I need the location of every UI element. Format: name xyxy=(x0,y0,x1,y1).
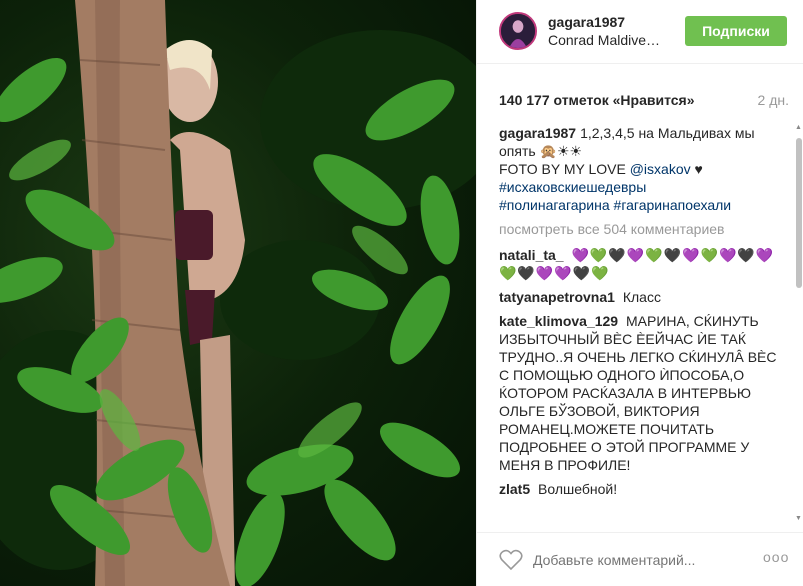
following-button[interactable]: Подписки xyxy=(685,16,787,46)
scroll-down-arrow-icon[interactable]: ▼ xyxy=(795,515,802,522)
comment-username[interactable]: zlat5 xyxy=(499,481,530,497)
likes-count[interactable]: 140 177 отметок «Нравится» xyxy=(499,92,695,108)
comment-item: kate_klimova_129 МАРИНА, СЌИНУТЬ ИЗБЫТОЧ… xyxy=(499,312,789,474)
post-side-panel: gagara1987 Conrad Maldive… Подписки 140 … xyxy=(476,0,803,586)
post-location[interactable]: Conrad Maldive… xyxy=(548,32,660,48)
post-header: gagara1987 Conrad Maldive… Подписки xyxy=(477,0,803,64)
avatar[interactable] xyxy=(499,12,537,50)
comment-text: Волшебной! xyxy=(538,481,618,497)
comments-list: gagara1987 1,2,3,4,5 на Мальдивах мы опят… xyxy=(499,124,789,526)
comment-username[interactable]: kate_klimova_129 xyxy=(499,313,618,329)
caption-username[interactable]: gagara1987 xyxy=(499,125,576,141)
photo-illustration xyxy=(0,0,476,586)
post-photo[interactable] xyxy=(0,0,476,586)
caption: gagara1987 1,2,3,4,5 на Мальдивах мы опят… xyxy=(499,124,789,214)
view-all-comments[interactable]: посмотреть все 504 комментариев xyxy=(499,220,789,238)
comment-item: tatyanapetrovna1 Класс xyxy=(499,288,789,306)
avatar-image xyxy=(501,14,535,48)
more-options-icon[interactable]: ooo xyxy=(763,549,789,565)
caption-heart: ♥ xyxy=(694,161,703,177)
scroll-up-arrow-icon[interactable]: ▲ xyxy=(795,124,802,131)
hashtag-link[interactable]: #полинагагарина xyxy=(499,197,610,213)
hashtag-link[interactable]: #гагаринапоехали xyxy=(614,197,732,213)
caption-credit: FOTO BY MY LOVE xyxy=(499,161,626,177)
heart-icon[interactable] xyxy=(499,549,523,571)
likes-row: 140 177 отметок «Нравится» 2 дн. xyxy=(499,92,789,108)
caption-mention[interactable]: @isxakov xyxy=(630,161,691,177)
comment-text: МАРИНА, СЌИНУТЬ ИЗБЫТОЧНЫЙ ВЀС ЀЕЙЧАС ЍЕ… xyxy=(499,313,777,473)
comment-username[interactable]: tatyanapetrovna1 xyxy=(499,289,615,305)
post-username[interactable]: gagara1987 xyxy=(548,14,625,30)
post-time[interactable]: 2 дн. xyxy=(758,92,789,108)
comment-username[interactable]: natali_ta_ xyxy=(499,247,564,263)
comment-text: Класс xyxy=(622,289,661,305)
hashtag-link[interactable]: #исхаковскиешедевры xyxy=(499,179,646,195)
scrollbar-thumb[interactable] xyxy=(796,138,802,288)
post-footer: ooo xyxy=(477,532,803,586)
comments-scrollbar[interactable]: ▲ ▼ xyxy=(795,124,803,522)
comment-item: zlat5 Волшебной! xyxy=(499,480,789,498)
add-comment-input[interactable] xyxy=(533,549,753,571)
comment-item: natali_ta_ 💜💚🖤💜💚🖤💜💚💜🖤💜💚🖤💜💜🖤💚 xyxy=(499,246,789,282)
